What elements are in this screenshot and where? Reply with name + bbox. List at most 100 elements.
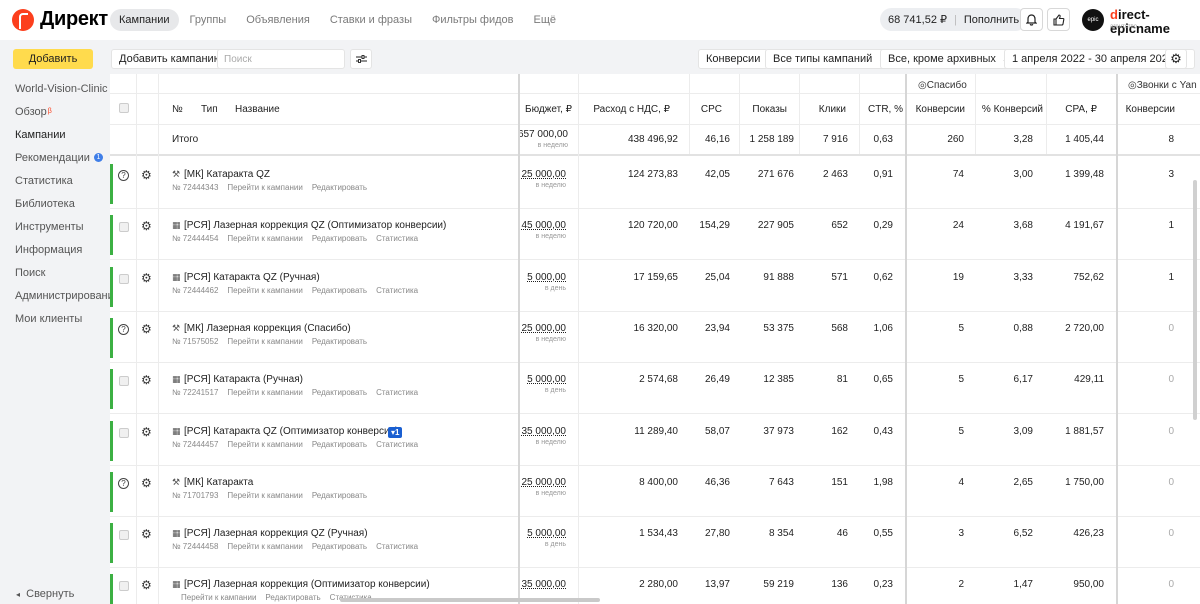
col-spend[interactable]: Расход с НДС, ₽ [580,104,670,115]
gear-icon[interactable]: ⚙ [1165,49,1187,69]
sidebar-item-my-clients[interactable]: Мои клиенты [15,312,120,335]
edit-link[interactable]: Редактировать [312,234,367,243]
go-to-campaign-link[interactable]: Перейти к кампании [227,491,302,500]
sidebar-item-admin[interactable]: Администрирование [15,289,120,312]
table-row[interactable]: ⚙ ▦ [РСЯ] Лазерная коррекция (Оптимизатор … [110,568,1200,604]
campaign-name[interactable]: [МК] Лазерная коррекция (Спасибо) [184,323,351,334]
col-cpa[interactable]: CPA, ₽ [1050,104,1097,115]
edit-link[interactable]: Редактировать [312,286,367,295]
campaign-types-select[interactable]: Все типы кампаний⌄ [765,49,893,69]
gear-icon[interactable]: ⚙ [141,373,152,387]
sidebar-item-recommendations[interactable]: Рекомендации 1 [15,151,120,174]
horizontal-scrollbar[interactable] [340,598,600,602]
help-icon[interactable]: ? [118,170,129,181]
row-checkbox[interactable] [119,274,129,284]
status-select[interactable]: Все, кроме архивных⌄ [880,49,1017,69]
help-icon[interactable]: ? [118,324,129,335]
nav-feed-filters[interactable]: Фильтры фидов [423,9,523,31]
col-impressions[interactable]: Показы [740,104,787,115]
go-to-campaign-link[interactable]: Перейти к кампании [227,440,302,449]
statistics-link[interactable]: Статистика [376,542,418,551]
gear-icon[interactable]: ⚙ [141,322,152,336]
bell-icon[interactable] [1020,8,1043,31]
sidebar-item-info[interactable]: Информация [15,243,120,266]
nav-ads[interactable]: Объявления [237,9,319,31]
edit-link[interactable]: Редактировать [312,388,367,397]
col-name[interactable]: Название [235,104,280,115]
col-budget[interactable]: Бюджет, ₽ [520,104,572,115]
balance-widget[interactable]: 68 741,52 ₽ | Пополнить [880,8,1028,31]
go-to-campaign-link[interactable]: Перейти к кампании [227,286,302,295]
conversions-button[interactable]: Конверсии [698,49,769,69]
statistics-link[interactable]: Статистика [376,388,418,397]
campaign-name[interactable]: [МК] Катаракта [184,477,253,488]
sidebar-item-overview[interactable]: Обзор β [15,105,120,128]
col-type[interactable]: Тип [201,104,218,115]
col-conversions[interactable]: Конверсии [910,104,965,115]
account-name[interactable]: direct-epicname [1110,8,1200,36]
row-checkbox[interactable] [119,222,129,232]
collapse-sidebar-button[interactable]: ◂ Свернуть [16,588,74,600]
nav-campaigns[interactable]: Кампании [110,9,179,31]
sidebar-item-tools[interactable]: Инструменты [15,220,120,243]
gear-icon[interactable]: ⚙ [141,168,152,182]
campaign-name[interactable]: [РСЯ] Лазерная коррекция QZ (Оптимизатор… [184,220,446,231]
col-ctr[interactable]: CTR, % [860,104,903,115]
campaign-name[interactable]: [РСЯ] Лазерная коррекция QZ (Ручная) [184,528,368,539]
thumbs-up-icon[interactable] [1047,8,1070,31]
table-row[interactable]: ? ⚙ ⚒ [МК] Катаракта № 71701793 Перейти к кам… [110,466,1200,518]
campaign-name[interactable]: [РСЯ] Лазерная коррекция (Оптимизатор ко… [184,579,430,590]
edit-link[interactable]: Редактировать [312,337,367,346]
col-number[interactable]: № [172,104,183,115]
topup-button[interactable]: Пополнить [964,14,1019,26]
table-row[interactable]: ⚙ ▦ [РСЯ] Лазерная коррекция QZ (Оптимизат… [110,209,1200,261]
gear-icon[interactable]: ⚙ [141,271,152,285]
gear-icon[interactable]: ⚙ [141,578,152,592]
edit-link[interactable]: Редактировать [312,183,367,192]
settings-sliders-icon[interactable] [350,49,372,69]
row-checkbox[interactable] [119,581,129,591]
col-cpc[interactable]: CPC [690,104,722,115]
edit-link[interactable]: Редактировать [265,593,320,602]
campaign-name[interactable]: [РСЯ] Катаракта (Ручная) [184,374,303,385]
search-input[interactable] [217,49,345,69]
table-row[interactable]: ⚙ ▦ [РСЯ] Лазерная коррекция QZ (Ручная) № … [110,517,1200,569]
sidebar-item-library[interactable]: Библиотека [15,197,120,220]
row-checkbox[interactable] [119,530,129,540]
statistics-link[interactable]: Статистика [376,440,418,449]
select-all-checkbox[interactable] [119,103,129,113]
add-button[interactable]: Добавить [13,49,93,69]
nav-groups[interactable]: Группы [181,9,236,31]
gear-icon[interactable]: ⚙ [141,527,152,541]
statistics-link[interactable]: Статистика [376,234,418,243]
table-row[interactable]: ⚙ ▦ [РСЯ] Катаракта QZ (Ручная) № 72444462 П… [110,261,1200,313]
vertical-scrollbar[interactable] [1193,180,1197,420]
go-to-campaign-link[interactable]: Перейти к кампании [227,337,302,346]
gear-icon[interactable]: ⚙ [141,425,152,439]
help-icon[interactable]: ? [118,478,129,489]
col-clicks[interactable]: Клики [800,104,846,115]
sidebar-item-client[interactable]: World-Vision-Clinic [15,82,120,105]
avatar[interactable]: epic [1082,9,1104,31]
table-row[interactable]: ? ⚙ ⚒ [МК] Катаракта QZ № 72444343 Перейти к … [110,158,1200,210]
nav-bids[interactable]: Ставки и фразы [321,9,421,31]
go-to-campaign-link[interactable]: Перейти к кампании [227,388,302,397]
logo[interactable]: Директ [12,8,108,31]
col-conversion-rate[interactable]: % Конверсий [976,104,1043,115]
campaign-name[interactable]: [РСЯ] Катаракта QZ (Ручная) [184,272,320,283]
add-campaign-button[interactable]: Добавить кампанию [111,49,230,69]
table-row[interactable]: ⚙ ▦ [РСЯ] Катаракта QZ (Оптимизатор конвер… [110,415,1200,467]
row-checkbox[interactable] [119,428,129,438]
go-to-campaign-link[interactable]: Перейти к кампании [227,542,302,551]
row-checkbox[interactable] [119,376,129,386]
gear-icon[interactable]: ⚙ [141,219,152,233]
gear-icon[interactable]: ⚙ [141,476,152,490]
statistics-link[interactable]: Статистика [376,286,418,295]
table-row[interactable]: ? ⚙ ⚒ [МК] Лазерная коррекция (Спасибо) № 71… [110,312,1200,364]
sidebar-item-search[interactable]: Поиск [15,266,120,289]
col-calls-conversions[interactable]: Конверсии [1120,104,1175,115]
table-row[interactable]: ⚙ ▦ [РСЯ] Катаракта (Ручная) № 72241517 Пере… [110,363,1200,415]
sidebar-item-statistics[interactable]: Статистика [15,174,120,197]
campaign-name[interactable]: [МК] Катаракта QZ [184,169,270,180]
go-to-campaign-link[interactable]: Перейти к кампании [227,183,302,192]
